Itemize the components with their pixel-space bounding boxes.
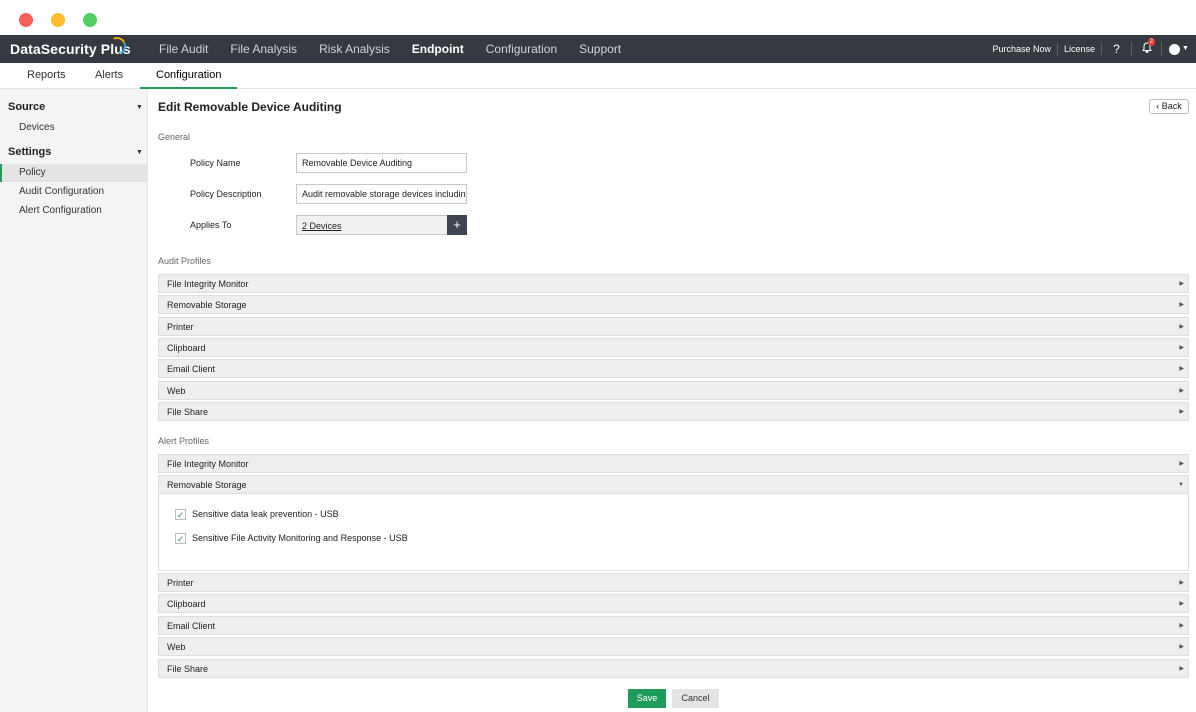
caret-right-icon: ▶ [1179,388,1184,394]
caret-right-icon: ▶ [1179,366,1184,372]
nav-file-analysis[interactable]: File Analysis [230,35,297,63]
help-icon[interactable]: ? [1102,42,1132,56]
sidebar-item-policy[interactable]: Policy [0,164,147,182]
maximize-window-button[interactable] [83,13,97,27]
accordion-label: Printer [167,578,194,588]
save-button[interactable]: Save [628,689,666,708]
accordion-label: Removable Storage [167,480,247,490]
alert-option-label: Sensitive data leak prevention - USB [192,509,339,519]
sidebar-section-source[interactable]: Source [8,101,45,113]
sub-tabs: Reports Alerts Configuration [0,63,1196,89]
alert-profile-file-share[interactable]: File Share ▶ [158,659,1189,678]
sidebar-item-devices[interactable]: Devices [0,119,147,137]
minimize-window-button[interactable] [51,13,65,27]
caret-right-icon: ▶ [1179,302,1184,308]
caret-right-icon: ▶ [1179,281,1184,287]
avatar [1169,43,1181,55]
audit-profile-clipboard[interactable]: Clipboard ▶ [158,338,1189,357]
applies-to-field: 2 Devices + [296,215,467,235]
policy-description-input[interactable]: Audit removable storage devices includin… [296,184,467,204]
back-button[interactable]: ‹ Back [1149,99,1189,114]
tab-alerts[interactable]: Alerts [95,63,123,89]
license-link[interactable]: License [1058,43,1102,55]
alert-profile-web[interactable]: Web ▶ [158,637,1189,656]
close-window-button[interactable] [19,13,33,27]
accordion-label: File Integrity Monitor [167,459,249,469]
accordion-label: Email Client [167,364,216,374]
accordion-label: Clipboard [167,343,206,353]
nav-endpoint[interactable]: Endpoint [412,35,464,63]
audit-profile-printer[interactable]: Printer ▶ [158,317,1189,336]
top-navbar: DataSecurity Plus File Audit File Analys… [0,34,1196,63]
audit-profile-web[interactable]: Web ▶ [158,381,1189,400]
window-titlebar [0,0,1196,35]
accordion-label: Web [167,642,186,652]
sidebar-item-audit-configuration[interactable]: Audit Configuration [0,183,147,201]
sidebar-section-settings[interactable]: Settings [8,146,51,158]
bell-icon[interactable]: 2 [1132,38,1162,56]
caret-right-icon: ▶ [1179,623,1184,629]
accordion-label: Clipboard [167,599,206,609]
user-icon[interactable]: ▼ [1162,42,1196,57]
alert-profile-printer[interactable]: Printer ▶ [158,573,1189,592]
accordion-label: Email Client [167,621,216,631]
sidebar-item-alert-configuration[interactable]: Alert Configuration [0,202,147,220]
add-devices-button[interactable]: + [447,215,467,235]
caret-down-icon: ▼ [1178,482,1184,488]
audit-profile-file-integrity-monitor[interactable]: File Integrity Monitor ▶ [158,274,1189,293]
notification-count-badge: 2 [1147,38,1155,46]
tab-configuration[interactable]: Configuration [140,63,238,89]
nav-right-group: Purchase Now License ? 2 ▼ [986,35,1196,63]
checkbox-sensitive-data-leak-prevention[interactable]: ✓ [175,509,186,520]
sidebar: Source ▼ Devices Settings ▼ Policy Audit… [0,89,148,712]
main-nav: File Audit File Analysis Risk Analysis E… [159,35,643,63]
applies-to-devices-link[interactable]: 2 Devices [302,216,342,236]
applies-to-label: Applies To [190,220,232,230]
general-section-label: General [158,132,191,142]
caret-right-icon: ▶ [1179,324,1184,330]
accordion-label: Web [167,386,186,396]
audit-profile-email-client[interactable]: Email Client ▶ [158,359,1189,378]
caret-right-icon: ▶ [1179,461,1184,467]
chevron-down-icon: ▼ [1182,45,1189,53]
cancel-button[interactable]: Cancel [672,689,719,708]
accordion-label: File Integrity Monitor [167,279,249,289]
caret-right-icon: ▶ [1179,580,1184,586]
caret-down-icon[interactable]: ▼ [136,149,143,156]
policy-name-label: Policy Name [190,158,241,168]
caret-right-icon: ▶ [1179,644,1184,650]
accordion-label: Removable Storage [167,300,247,310]
alert-profile-removable-storage[interactable]: Removable Storage ▼ [158,475,1189,494]
policy-description-label: Policy Description [190,189,262,199]
checkbox-sensitive-file-activity-monitoring[interactable]: ✓ [175,533,186,544]
audit-profile-file-share[interactable]: File Share ▶ [158,402,1189,421]
tab-reports[interactable]: Reports [27,63,66,89]
alert-option-label: Sensitive File Activity Monitoring and R… [192,533,408,543]
alert-profile-email-client[interactable]: Email Client ▶ [158,616,1189,635]
caret-right-icon: ▶ [1179,409,1184,415]
page-title: Edit Removable Device Auditing [158,100,342,114]
accordion-label: File Share [167,407,209,417]
nav-support[interactable]: Support [579,35,621,63]
caret-right-icon: ▶ [1179,601,1184,607]
audit-profiles-label: Audit Profiles [158,256,212,266]
alert-profile-clipboard[interactable]: Clipboard ▶ [158,594,1189,613]
nav-configuration[interactable]: Configuration [486,35,557,63]
back-label: Back [1161,101,1182,111]
accordion-label: Printer [167,322,194,332]
purchase-now-link[interactable]: Purchase Now [986,43,1058,55]
caret-down-icon[interactable]: ▼ [136,104,143,111]
caret-right-icon: ▶ [1179,666,1184,672]
nav-risk-analysis[interactable]: Risk Analysis [319,35,390,63]
accordion-label: File Share [167,664,209,674]
caret-right-icon: ▶ [1179,345,1184,351]
alert-profile-file-integrity-monitor[interactable]: File Integrity Monitor ▶ [158,454,1189,473]
audit-profile-removable-storage[interactable]: Removable Storage ▶ [158,295,1189,314]
policy-name-input[interactable]: Removable Device Auditing [296,153,467,173]
nav-file-audit[interactable]: File Audit [159,35,208,63]
removable-storage-alerts-panel: ✓ Sensitive data leak prevention - USB ✓… [158,494,1189,571]
alert-profiles-label: Alert Profiles [158,436,210,446]
